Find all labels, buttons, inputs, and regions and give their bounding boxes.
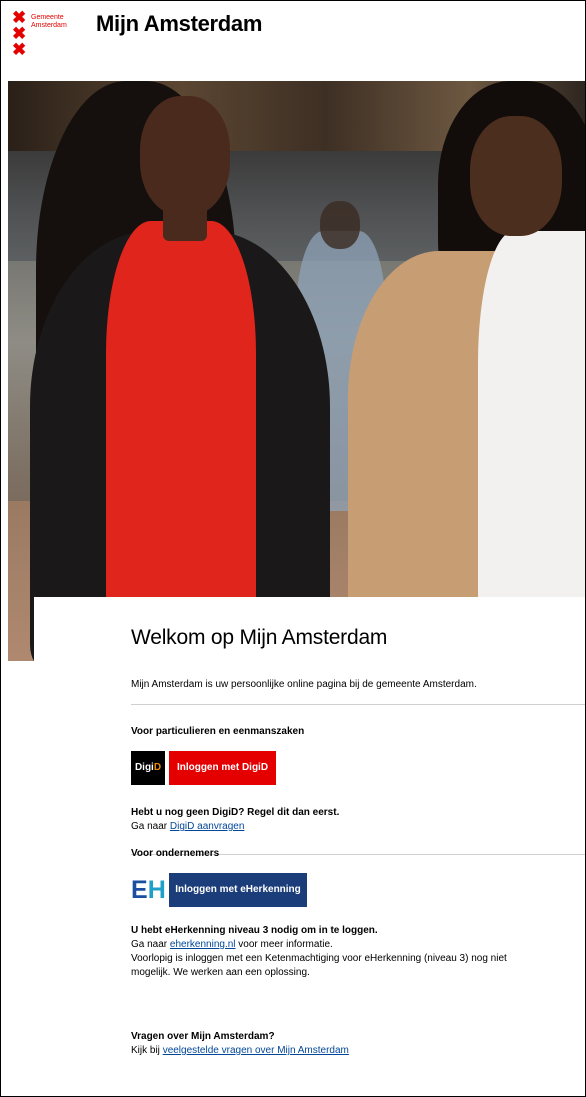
private-section-label: Voor particulieren en eenmanszaken: [131, 726, 305, 737]
site-header: ✖ ✖ ✖ Gemeente Amsterdam Mijn Amsterdam: [1, 1, 585, 81]
page-frame: ✖ ✖ ✖ Gemeente Amsterdam Mijn Amsterdam …: [0, 0, 586, 1097]
digid-request-line: Ga naar DigiD aanvragen: [131, 820, 244, 834]
eherkenning-info-suffix: voor meer informatie.: [235, 939, 333, 950]
x-cross-icon: ✖: [12, 40, 27, 59]
intro-text: Mijn Amsterdam is uw persoonlijke online…: [131, 679, 477, 690]
amsterdam-logo[interactable]: ✖ ✖ ✖ Gemeente Amsterdam: [12, 8, 82, 73]
faq-prefix: Kijk bij: [131, 1045, 163, 1056]
x-cross-icon: ✖: [12, 24, 27, 43]
digid-request-link[interactable]: DigiD aanvragen: [170, 821, 245, 832]
eh-logo-h: H: [147, 876, 166, 904]
eh-logo-e: E: [131, 876, 148, 904]
ketenmachtiging-note-line2: mogelijk. We werken aan een oplossing.: [131, 967, 310, 978]
faq-link[interactable]: veelgestelde vragen over Mijn Amsterdam: [163, 1045, 349, 1056]
digid-logo-d: D: [153, 762, 162, 773]
divider: [131, 704, 585, 705]
app-title[interactable]: Mijn Amsterdam: [96, 11, 262, 37]
login-card: [34, 597, 585, 1096]
woman-right-face: [470, 116, 562, 236]
business-section-label: Voor ondernemers: [131, 848, 220, 859]
digid-logo: DigiD: [131, 751, 165, 785]
faq-line: Kijk bij veelgestelde vragen over Mijn A…: [131, 1044, 349, 1058]
woman-left-red-top: [106, 221, 256, 661]
digid-logo-text: Digi: [134, 762, 154, 773]
woman-left-face: [140, 96, 230, 216]
eherkenning-link[interactable]: eherkenning.nl: [170, 939, 236, 950]
hero-image: [8, 81, 585, 661]
login-eherkenning-button[interactable]: Inloggen met eHerkenning: [169, 873, 307, 907]
eherkenning-logo: EH: [131, 873, 166, 907]
login-digid-button[interactable]: Inloggen met DigiD: [169, 751, 276, 785]
org-name-line2: Amsterdam: [31, 22, 67, 29]
background-person-head: [320, 201, 360, 249]
org-name-line1: Gemeente: [31, 14, 64, 21]
ketenmachtiging-note-line1: Voorlopig is inloggen met een Ketenmacht…: [131, 953, 507, 964]
org-name: Gemeente Amsterdam: [31, 14, 67, 30]
eherkenning-info-prefix: Ga naar: [131, 939, 170, 950]
eherkenning-info-line: Ga naar eherkenning.nl voor meer informa…: [131, 938, 333, 952]
logo-crosses: ✖ ✖ ✖: [12, 8, 27, 59]
page-title: Welkom op Mijn Amsterdam: [131, 626, 388, 649]
eherkenning-level-note: U hebt eHerkenning niveau 3 nodig om in …: [131, 925, 378, 936]
no-digid-text: Hebt u nog geen DigiD? Regel dit dan eer…: [131, 807, 340, 818]
x-cross-icon: ✖: [12, 8, 27, 27]
faq-title: Vragen over Mijn Amsterdam?: [131, 1031, 275, 1042]
digid-request-prefix: Ga naar: [131, 821, 170, 832]
